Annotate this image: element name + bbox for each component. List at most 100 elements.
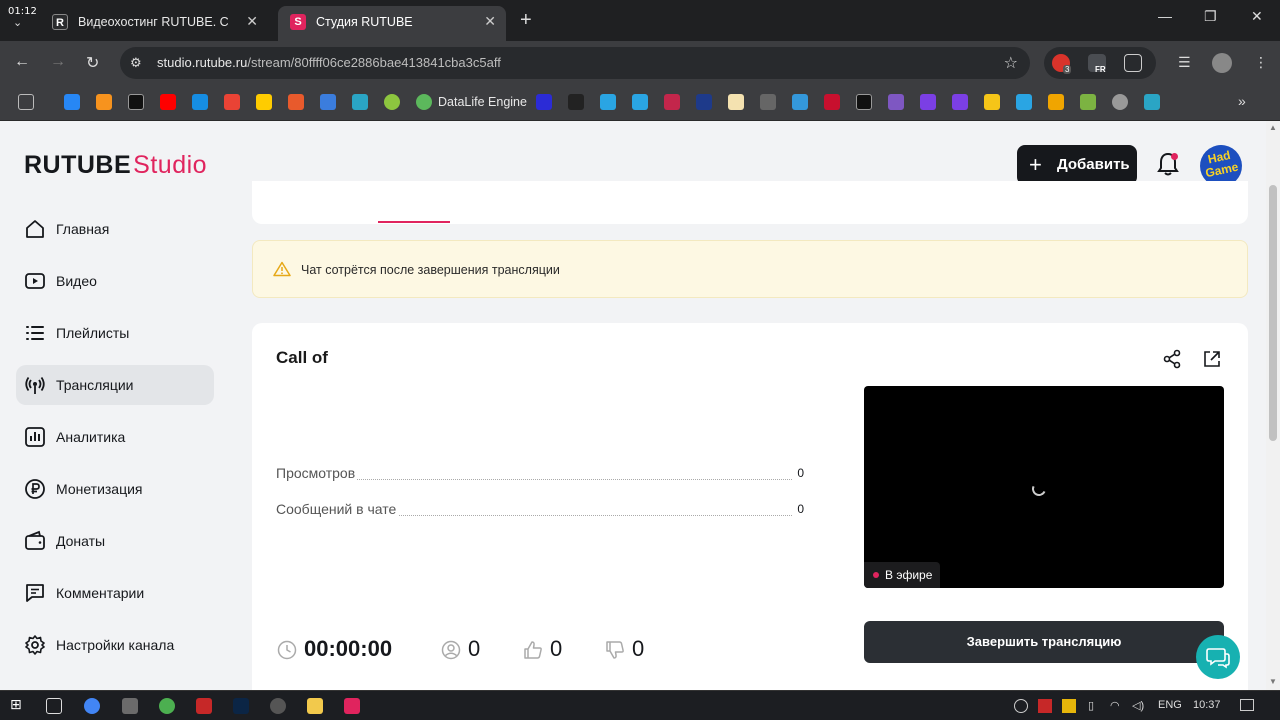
obs-taskbar-icon[interactable] xyxy=(270,698,286,714)
menu-dots-icon[interactable]: ⋮ xyxy=(1254,54,1268,71)
photoshop-taskbar-icon[interactable] xyxy=(233,698,249,714)
bookmark-icon[interactable] xyxy=(920,94,936,110)
minimize-icon[interactable]: — xyxy=(1158,8,1172,24)
notifications-icon[interactable] xyxy=(1240,699,1254,711)
profile-icon[interactable] xyxy=(1212,53,1232,73)
end-stream-button[interactable]: Завершить трансляцию xyxy=(864,621,1224,663)
sidebar-item-monetization[interactable]: Монетизация xyxy=(16,469,214,509)
bookmark-icon[interactable] xyxy=(1016,94,1032,110)
loading-spinner-icon xyxy=(1030,480,1048,498)
chrome-taskbar-icon[interactable] xyxy=(84,698,100,714)
youtube-bookmark-icon[interactable] xyxy=(160,94,176,110)
viewers-value: 0 xyxy=(468,636,481,661)
rutube-studio-logo[interactable]: RUTUBEStudio xyxy=(24,151,207,180)
bookmark-icon[interactable] xyxy=(664,94,680,110)
url-text: studio.rutube.ru/stream/80ffff06ce2886ba… xyxy=(157,55,501,70)
bookmark-icon[interactable] xyxy=(320,94,336,110)
studio-favicon-icon: S xyxy=(290,14,306,30)
share-icon[interactable] xyxy=(1162,349,1182,369)
add-button[interactable]: + Добавить xyxy=(1017,145,1137,185)
bookmark-icon[interactable] xyxy=(568,94,584,110)
bookmark-label[interactable]: DataLife Engine xyxy=(438,95,527,109)
bookmark-icon[interactable] xyxy=(536,94,552,110)
scroll-down-icon[interactable]: ▼ xyxy=(1269,677,1277,686)
window-close-icon[interactable]: ✕ xyxy=(1251,8,1263,25)
scrollbar-thumb[interactable] xyxy=(1269,185,1277,441)
stream-preview-player[interactable]: В эфире xyxy=(864,386,1224,588)
dle-bookmark-icon[interactable] xyxy=(416,94,432,110)
filezilla-taskbar-icon[interactable] xyxy=(196,698,212,714)
bookmark-icon[interactable] xyxy=(1144,94,1160,110)
bookmark-icon[interactable] xyxy=(632,94,648,110)
sidebar-item-broadcasts[interactable]: Трансляции xyxy=(16,365,214,405)
user-icon xyxy=(441,640,461,660)
tab-search-button[interactable]: 01:12 ⌄ xyxy=(0,0,40,41)
wifi-icon[interactable]: ◠ xyxy=(1110,699,1120,712)
bookmark-icon[interactable] xyxy=(824,94,840,110)
sidebar-item-video[interactable]: Видео xyxy=(16,261,214,301)
sidebar-item-analytics[interactable]: Аналитика xyxy=(16,417,214,457)
sidebar-item-donations[interactable]: Донаты xyxy=(16,521,214,561)
tray-icon[interactable] xyxy=(1014,699,1028,713)
bookmark-icon[interactable] xyxy=(352,94,368,110)
bookmark-icon[interactable] xyxy=(792,94,808,110)
new-tab-icon[interactable]: + xyxy=(520,9,532,32)
bookmark-icon[interactable] xyxy=(696,94,712,110)
back-icon[interactable]: ← xyxy=(14,53,30,71)
tray-icon[interactable] xyxy=(1038,699,1052,713)
site-info-icon[interactable]: ⚙ xyxy=(130,55,142,71)
close-icon[interactable]: ✕ xyxy=(484,13,496,30)
forward-icon[interactable]: → xyxy=(50,53,66,71)
task-view-icon[interactable] xyxy=(46,698,62,714)
mail-bookmark-icon[interactable] xyxy=(192,94,208,110)
scroll-up-icon[interactable]: ▲ xyxy=(1269,123,1277,132)
sidebar-item-channel-settings[interactable]: Настройки канала xyxy=(16,625,214,665)
puzzle-icon[interactable] xyxy=(1124,54,1142,72)
language-indicator[interactable]: ENG xyxy=(1158,699,1182,711)
usb-icon[interactable]: ▯ xyxy=(1088,699,1094,712)
stream-title: Call of xyxy=(276,348,328,367)
bookmark-icon[interactable] xyxy=(856,94,872,110)
windows-start-icon[interactable]: ⊞ xyxy=(10,696,26,712)
taskbar-app-icon[interactable] xyxy=(122,698,138,714)
bookmark-icon[interactable] xyxy=(1080,94,1096,110)
file-explorer-icon[interactable] xyxy=(307,698,323,714)
bookmark-icon[interactable] xyxy=(888,94,904,110)
apps-grid-icon[interactable] xyxy=(18,94,34,110)
reading-list-icon[interactable]: ☰ xyxy=(1178,54,1191,71)
support-chat-button[interactable] xyxy=(1196,635,1240,679)
rutube-bookmark-icon[interactable] xyxy=(128,94,144,110)
vk-bookmark-icon[interactable] xyxy=(64,94,80,110)
globe-icon[interactable] xyxy=(1112,94,1128,110)
bookmark-icon[interactable] xyxy=(952,94,968,110)
sidebar-item-comments[interactable]: Комментарии xyxy=(16,573,214,613)
gmail-bookmark-icon[interactable] xyxy=(224,94,240,110)
restore-icon[interactable]: ❐ xyxy=(1204,8,1217,25)
taskbar-app-icon[interactable] xyxy=(159,698,175,714)
studio-page: RUTUBEStudio + Добавить Had Game Главная… xyxy=(0,121,1266,690)
more-bookmarks-icon[interactable]: » xyxy=(1238,93,1246,109)
bookmark-star-icon[interactable]: ☆ xyxy=(1004,53,1018,73)
ok-bookmark-icon[interactable] xyxy=(96,94,112,110)
bookmark-icon[interactable] xyxy=(760,94,776,110)
taskbar-clock[interactable]: 10:37 xyxy=(1193,699,1221,711)
sidebar-item-home[interactable]: Главная xyxy=(16,209,214,249)
close-icon[interactable]: ✕ xyxy=(246,13,258,30)
bookmark-icon[interactable] xyxy=(1048,94,1064,110)
reload-icon[interactable]: ↻ xyxy=(86,53,99,73)
tray-icon[interactable] xyxy=(1062,699,1076,713)
external-link-icon[interactable] xyxy=(1202,349,1222,369)
bookmark-icon[interactable] xyxy=(984,94,1000,110)
browser-tab-rutube[interactable]: R Видеохостинг RUTUBE. Смотри ✕ xyxy=(40,6,268,41)
bookmark-icon[interactable] xyxy=(288,94,304,110)
browser-tab-studio[interactable]: S Студия RUTUBE ✕ xyxy=(278,6,506,41)
page-scrollbar[interactable]: ▲ ▼ xyxy=(1266,121,1280,690)
bookmark-icon[interactable] xyxy=(728,94,744,110)
volume-icon[interactable]: ◁) xyxy=(1132,699,1144,712)
bookmark-icon[interactable] xyxy=(600,94,616,110)
sidebar-item-playlists[interactable]: Плейлисты xyxy=(16,313,214,353)
yandex-mail-bookmark-icon[interactable] xyxy=(256,94,272,110)
bookmark-icon[interactable] xyxy=(384,94,400,110)
rutube-taskbar-icon[interactable] xyxy=(344,698,360,714)
address-bar[interactable]: ⚙ studio.rutube.ru/stream/80ffff06ce2886… xyxy=(120,47,1030,79)
